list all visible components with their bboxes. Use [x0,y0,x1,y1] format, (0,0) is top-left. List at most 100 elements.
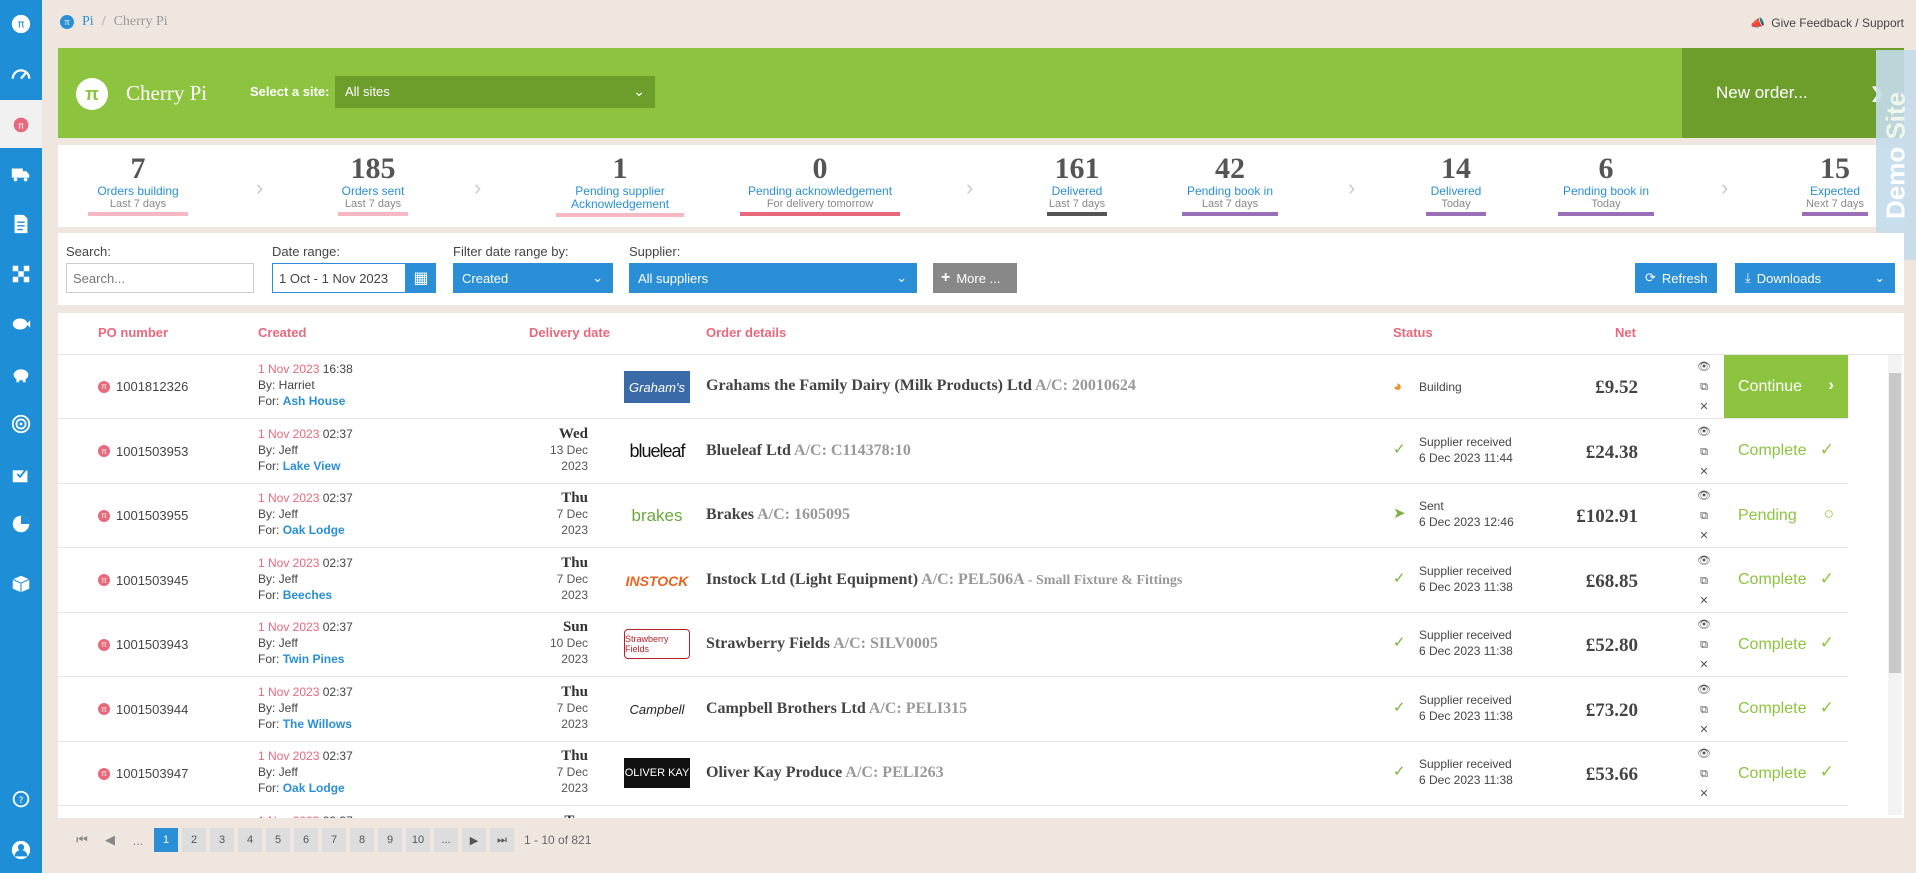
pagination-ellipsis[interactable]: ... [434,828,458,852]
stat-pending-supplier-ack[interactable]: 1 Pending supplier Acknowledgement [556,153,684,217]
piggy-bank-icon[interactable] [0,350,42,398]
copy-icon[interactable]: ⧉ [1696,700,1712,720]
row-action-button[interactable]: Complete ✓ [1724,420,1848,483]
col-po-number[interactable]: PO number [98,325,168,340]
eye-icon[interactable]: 👁 [1696,680,1712,700]
eye-icon[interactable]: 👁 [1696,357,1712,377]
order-details[interactable]: Blueleaf Ltd A/C: C114378:10 [706,442,911,460]
downloads-button[interactable]: ⤓ Downloads ⌄ [1735,263,1895,293]
date-range-input[interactable]: 1 Oct - 1 Nov 2023 [272,263,406,293]
box-icon[interactable] [0,560,42,608]
site-link[interactable]: Oak Lodge [283,523,345,537]
page-button[interactable]: 10 [406,828,430,852]
row-action-button[interactable]: Pending ○ [1724,484,1848,547]
pi-icon[interactable]: π [0,0,42,48]
truck-icon[interactable] [0,150,42,198]
feedback-link[interactable]: 📣 Give Feedback / Support [1750,16,1904,30]
table-row[interactable]: π 1001503943 1 Nov 2023 02:37 By: Jeff F… [58,613,1848,677]
site-link[interactable]: The Willows [283,717,352,731]
eye-icon[interactable]: 👁 [1696,744,1712,764]
calendar-icon[interactable]: ▦ [406,263,436,293]
scrollbar-thumb[interactable] [1889,373,1901,673]
close-icon[interactable]: ✕ [1696,397,1712,417]
col-created[interactable]: Created [258,325,306,340]
next-page-icon[interactable]: ▶ [462,828,486,852]
row-action-button[interactable]: Complete ✓ [1724,742,1848,805]
table-row[interactable]: 1 Nov 2023 02:37 Tue [58,807,1848,819]
site-link[interactable]: Oak Lodge [283,781,345,795]
order-details[interactable]: Brakes A/C: 1605095 [706,506,850,524]
dashboard-icon[interactable] [0,50,42,98]
table-row[interactable]: π 1001503947 1 Nov 2023 02:37 By: Jeff F… [58,742,1848,806]
site-select[interactable]: All sites ⌄ [335,76,655,108]
row-action-button[interactable]: Continue › [1724,355,1848,418]
po-number[interactable]: π 1001503947 [98,766,188,781]
close-icon[interactable]: ✕ [1696,526,1712,546]
checklist-icon[interactable] [0,450,42,498]
page-button[interactable]: 3 [210,828,234,852]
col-delivery-date[interactable]: Delivery date [529,325,610,340]
close-icon[interactable]: ✕ [1696,462,1712,482]
target-icon[interactable] [0,400,42,448]
order-details[interactable]: Strawberry Fields A/C: SILV0005 [706,635,938,653]
page-button[interactable]: 2 [182,828,206,852]
pie-chart-icon[interactable] [0,500,42,548]
help-chat-icon[interactable]: ? [0,776,42,824]
refresh-button[interactable]: ⟳ Refresh [1635,263,1717,293]
close-icon[interactable]: ✕ [1696,720,1712,740]
po-number[interactable]: π 1001503955 [98,508,188,523]
stat-expected[interactable]: 15 Expected Next 7 days [1802,153,1868,216]
page-button[interactable]: 7 [322,828,346,852]
stat-delivered-today[interactable]: 14 Delivered Today [1426,153,1486,216]
site-link[interactable]: Ash House [283,394,346,408]
last-page-icon[interactable]: ⏭ [490,828,514,852]
copy-icon[interactable]: ⧉ [1696,442,1712,462]
eye-icon[interactable]: 👁 [1696,551,1712,571]
table-row[interactable]: π 1001503955 1 Nov 2023 02:37 By: Jeff F… [58,484,1848,548]
order-details[interactable]: Grahams the Family Dairy (Milk Products)… [706,377,1136,395]
order-details[interactable]: Campbell Brothers Ltd A/C: PELI315 [706,700,967,718]
row-action-button[interactable]: Complete ✓ [1724,678,1848,741]
close-icon[interactable]: ✕ [1696,591,1712,611]
copy-icon[interactable]: ⧉ [1696,571,1712,591]
eye-icon[interactable]: 👁 [1696,422,1712,442]
page-button[interactable]: 8 [350,828,374,852]
eye-icon[interactable]: 👁 [1696,486,1712,506]
stat-pending-ack-tomorrow[interactable]: 0 Pending acknowledgement For delivery t… [740,153,900,216]
po-number[interactable]: π 1001812326 [98,379,188,394]
site-link[interactable]: Twin Pines [283,652,345,666]
stat-delivered-week[interactable]: 161 Delivered Last 7 days [1047,153,1107,216]
order-details[interactable]: Instock Ltd (Light Equipment) A/C: PEL50… [706,571,1182,589]
col-net[interactable]: Net [1615,325,1636,340]
page-button[interactable]: 6 [294,828,318,852]
filter-by-select[interactable]: Created ⌄ [453,263,613,293]
new-order-button[interactable]: New order... › [1682,48,1904,138]
pagination-ellipsis[interactable]: ... [126,828,150,852]
po-number[interactable]: π 1001503943 [98,637,188,652]
checkered-flag-icon[interactable] [0,250,42,298]
breadcrumb-root-link[interactable]: Pi [82,14,94,30]
close-icon[interactable]: ✕ [1696,784,1712,804]
table-row[interactable]: π 1001503945 1 Nov 2023 02:37 By: Jeff F… [58,549,1848,613]
row-action-button[interactable]: Complete ✓ [1724,549,1848,612]
first-page-icon[interactable]: ⏮ [70,828,94,852]
col-order-details[interactable]: Order details [706,325,786,340]
table-scrollbar[interactable] [1888,355,1902,815]
table-row[interactable]: π 1001503944 1 Nov 2023 02:37 By: Jeff F… [58,678,1848,742]
copy-icon[interactable]: ⧉ [1696,635,1712,655]
po-number[interactable]: π 1001503945 [98,573,188,588]
page-button[interactable]: 4 [238,828,262,852]
stat-pending-book-in-week[interactable]: 42 Pending book in Last 7 days [1182,153,1278,216]
stat-pending-book-in-today[interactable]: 6 Pending book in Today [1558,153,1654,216]
close-icon[interactable]: ✕ [1696,655,1712,675]
table-row[interactable]: π 1001503953 1 Nov 2023 02:37 By: Jeff F… [58,420,1848,484]
page-button[interactable]: 1 [154,828,178,852]
eye-icon[interactable]: 👁 [1696,615,1712,635]
po-number[interactable]: π 1001503953 [98,444,188,459]
stat-orders-building[interactable]: 7 Orders building Last 7 days [88,153,188,216]
po-number[interactable]: π 1001503944 [98,702,188,717]
supplier-select[interactable]: All suppliers ⌄ [629,263,917,293]
search-input[interactable] [66,263,254,293]
prev-page-icon[interactable]: ◀ [98,828,122,852]
row-action-button[interactable]: Complete ✓ [1724,613,1848,676]
